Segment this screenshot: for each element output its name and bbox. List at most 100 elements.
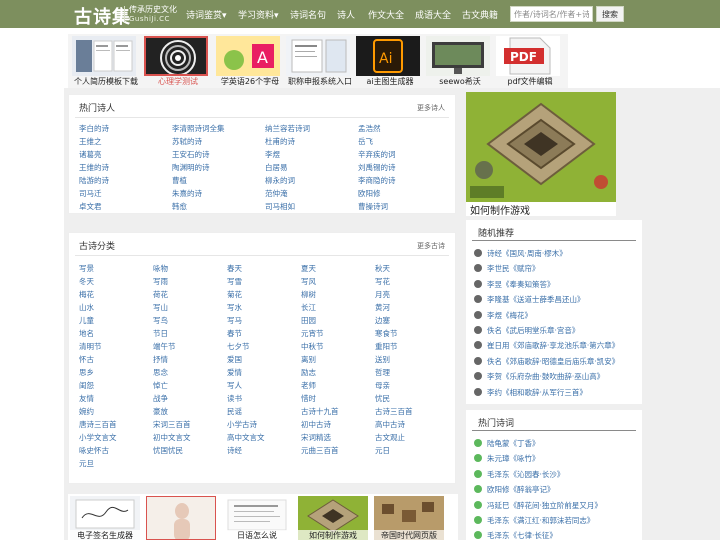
list-item[interactable]: 诗经《国风·周南·樛木》	[474, 248, 567, 259]
category-link[interactable]: 古诗三百首	[375, 406, 413, 417]
category-link[interactable]: 友情	[79, 393, 94, 404]
game-ad-title[interactable]: 如何制作游戏	[470, 202, 530, 217]
category-link[interactable]: 民谣	[227, 406, 242, 417]
poet-link[interactable]: 杜甫的诗	[265, 136, 295, 147]
category-link[interactable]: 写雨	[153, 276, 168, 287]
category-link[interactable]: 寒食节	[375, 328, 398, 339]
poet-link[interactable]: 诸葛亮	[79, 149, 102, 160]
category-link[interactable]: 写花	[375, 276, 390, 287]
poet-link[interactable]: 纳兰容若诗词	[265, 123, 310, 134]
category-link[interactable]: 高中文言文	[227, 432, 265, 443]
category-link[interactable]: 唐诗三百首	[79, 419, 117, 430]
category-link[interactable]: 战争	[153, 393, 168, 404]
ad-title-application[interactable]: 职称申报系统入口	[284, 34, 352, 88]
category-link[interactable]: 山水	[79, 302, 94, 313]
ad-resume-template[interactable]: 个人简历模板下载	[70, 34, 138, 88]
game-ad-card[interactable]	[466, 92, 616, 216]
category-link[interactable]: 初中文言文	[153, 432, 191, 443]
category-link[interactable]: 元日	[375, 445, 390, 456]
poet-link[interactable]: 李清照诗词全集	[172, 123, 225, 134]
category-link[interactable]: 母亲	[375, 380, 390, 391]
list-item[interactable]: 李约《相和歌辞·从军行三首》	[474, 387, 587, 398]
nav-poets[interactable]: 诗人	[337, 8, 355, 21]
poet-link[interactable]: 岳飞	[358, 136, 373, 147]
nav-essays[interactable]: 作文大全	[368, 8, 404, 21]
category-link[interactable]: 冬天	[79, 276, 94, 287]
category-link[interactable]: 菊花	[227, 289, 242, 300]
category-link[interactable]: 宋词三百首	[153, 419, 191, 430]
list-item[interactable]: 陆龟蒙《丁香》	[474, 438, 540, 449]
list-item[interactable]: 毛泽东《七律·长征》	[474, 530, 557, 540]
ad-make-game[interactable]: 如何制作游戏	[298, 496, 368, 540]
ad-english-alphabet[interactable]: A 学英语26个字母	[214, 34, 282, 88]
poet-link[interactable]: 王维的诗	[79, 162, 109, 173]
category-link[interactable]: 写人	[227, 380, 242, 391]
search-input[interactable]	[510, 6, 593, 22]
ad-japanese[interactable]: 日语怎么说	[222, 496, 292, 540]
list-item[interactable]: 佚名《武后明堂乐章·宫音》	[474, 325, 579, 336]
category-link[interactable]: 离别	[301, 354, 316, 365]
poet-link[interactable]: 司马相如	[265, 201, 295, 212]
category-link[interactable]: 秋天	[375, 263, 390, 274]
poet-link[interactable]: 王安石的诗	[172, 149, 210, 160]
category-link[interactable]: 豪放	[153, 406, 168, 417]
poet-link[interactable]: 白居易	[265, 162, 288, 173]
category-link[interactable]: 小学古诗	[227, 419, 257, 430]
category-link[interactable]: 儿童	[79, 315, 94, 326]
category-link[interactable]: 春天	[227, 263, 242, 274]
category-link[interactable]: 咏物	[153, 263, 168, 274]
category-link[interactable]: 写水	[227, 302, 242, 313]
category-link[interactable]: 古文观止	[375, 432, 405, 443]
category-link[interactable]: 荷花	[153, 289, 168, 300]
poet-link[interactable]: 李煜	[265, 149, 280, 160]
category-link[interactable]: 元宵节	[301, 328, 324, 339]
list-item[interactable]: 李煜《梅花》	[474, 310, 532, 321]
category-link[interactable]: 黄河	[375, 302, 390, 313]
category-link[interactable]: 月亮	[375, 289, 390, 300]
poet-link[interactable]: 苏轼的诗	[172, 136, 202, 147]
category-link[interactable]: 抒情	[153, 354, 168, 365]
poet-link[interactable]: 王维之	[79, 136, 102, 147]
category-link[interactable]: 柳树	[301, 289, 316, 300]
list-item[interactable]: 李世民《赋帘》	[474, 263, 540, 274]
category-link[interactable]: 写风	[301, 276, 316, 287]
category-link[interactable]: 边塞	[375, 315, 390, 326]
category-link[interactable]: 节日	[153, 328, 168, 339]
list-item[interactable]: 欧阳修《醉翁亭记》	[474, 484, 555, 495]
category-link[interactable]: 读书	[227, 393, 242, 404]
category-link[interactable]: 咏史怀古	[79, 445, 109, 456]
ad-ai-image-generator[interactable]: Ai ai主图生成器	[354, 34, 422, 88]
poet-link[interactable]: 李商隐的诗	[358, 175, 396, 186]
ad-seewo[interactable]: seewo希沃	[424, 34, 492, 88]
category-link[interactable]: 悼亡	[153, 380, 168, 391]
category-link[interactable]: 中秋节	[301, 341, 324, 352]
category-link[interactable]: 高中古诗	[375, 419, 405, 430]
poet-link[interactable]: 司马迁	[79, 188, 102, 199]
category-link[interactable]: 爱情	[227, 367, 242, 378]
ad-age-of-empires[interactable]: 帝国时代网页版	[374, 496, 444, 540]
category-link[interactable]: 地名	[79, 328, 94, 339]
category-link[interactable]: 夏天	[301, 263, 316, 274]
poet-link[interactable]: 韩愈	[172, 201, 187, 212]
nav-idioms[interactable]: 成语大全	[415, 8, 451, 21]
poet-link[interactable]: 曹植	[172, 175, 187, 186]
poet-link[interactable]: 范仲淹	[265, 188, 288, 199]
list-item[interactable]: 佚名《郊庙歌辞·昭德皇后庙乐章·凯安》	[474, 356, 619, 367]
category-link[interactable]: 宋词精选	[301, 432, 331, 443]
category-link[interactable]: 送别	[375, 354, 390, 365]
category-link[interactable]: 爱国	[227, 354, 242, 365]
category-link[interactable]: 哲理	[375, 367, 390, 378]
poet-link[interactable]: 孟浩然	[358, 123, 381, 134]
poet-link[interactable]: 曹操诗词	[358, 201, 388, 212]
list-item[interactable]: 朱元璋《咏竹》	[474, 453, 540, 464]
poet-link[interactable]: 刘禹锡的诗	[358, 162, 396, 173]
category-link[interactable]: 七夕节	[227, 341, 250, 352]
category-link[interactable]: 长江	[301, 302, 316, 313]
list-item[interactable]: 李贺《乐府杂曲·鼓吹曲辞·巫山高》	[474, 371, 604, 382]
category-link[interactable]: 忧民	[375, 393, 390, 404]
category-link[interactable]: 初中古诗	[301, 419, 331, 430]
site-logo[interactable]: 古诗集	[74, 3, 131, 29]
category-link[interactable]: 小学文言文	[79, 432, 117, 443]
list-item[interactable]: 李昱《奉奏知策答》	[474, 279, 555, 290]
category-link[interactable]: 元旦	[79, 458, 94, 469]
